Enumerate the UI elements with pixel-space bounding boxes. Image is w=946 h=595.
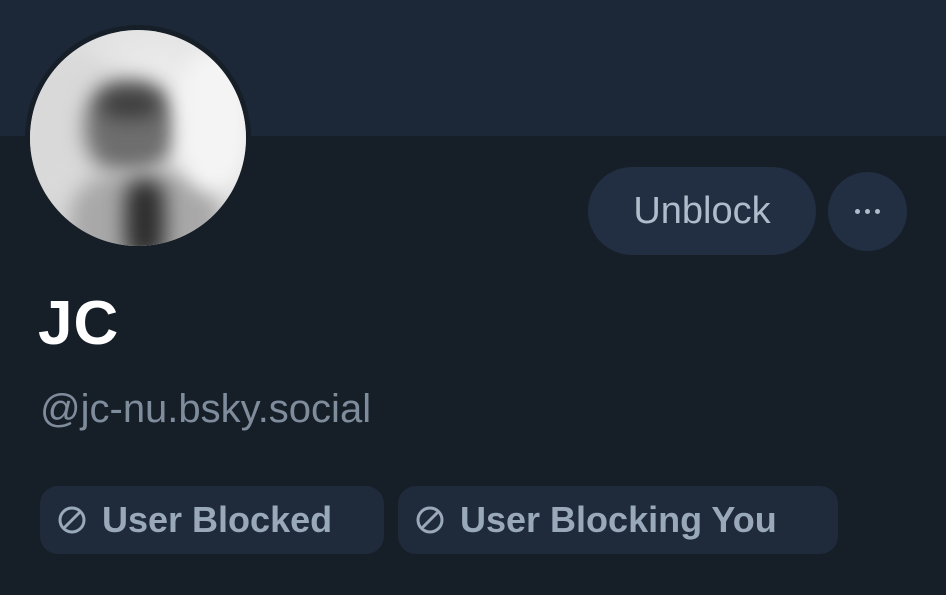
- unblock-button[interactable]: Unblock: [588, 167, 816, 255]
- avatar-image: [30, 30, 246, 246]
- more-options-button[interactable]: [828, 172, 907, 251]
- user-blocked-text: User Blocked: [102, 499, 333, 540]
- user-blocking-you-label: User Blocking You: [398, 486, 838, 554]
- unblock-button-label: Unblock: [633, 189, 771, 232]
- user-blocked-label: User Blocked: [40, 486, 384, 554]
- display-name: JC: [38, 289, 120, 358]
- blocked-icon: [56, 504, 88, 536]
- handle: @jc-nu.bsky.social: [40, 387, 372, 431]
- blocked-icon: [414, 504, 446, 536]
- ellipsis-icon: [855, 209, 860, 214]
- user-blocking-you-text: User Blocking You: [460, 499, 777, 540]
- avatar[interactable]: [25, 25, 251, 251]
